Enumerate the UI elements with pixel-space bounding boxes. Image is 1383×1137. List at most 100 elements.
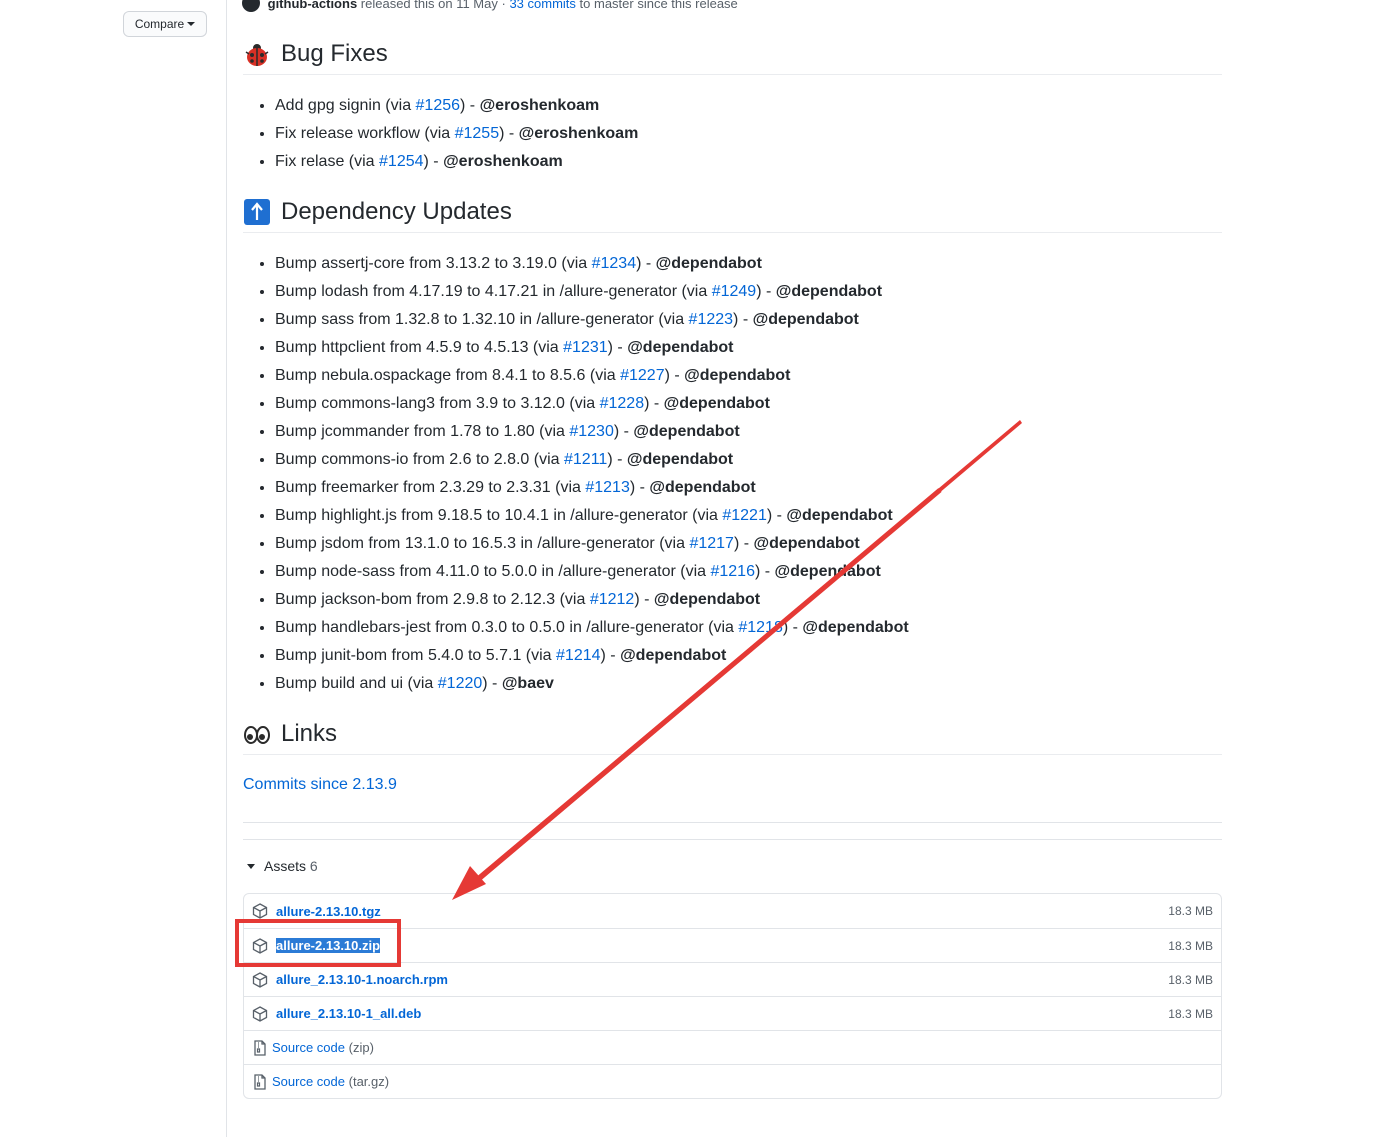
pr-link[interactable]: #1234 — [592, 255, 637, 272]
asset-size: 18.3 MB — [1168, 972, 1213, 987]
source-code-zip-link[interactable]: Source code (zip) — [272, 1040, 374, 1055]
item-text: Bump jsdom from 13.1.0 to 16.5.3 in /all… — [275, 535, 690, 552]
links-title: Links — [281, 720, 338, 747]
list-item: Bump jackson-bom from 2.9.8 to 2.12.3 (v… — [275, 586, 909, 614]
asset-size: 18.3 MB — [1168, 1006, 1213, 1021]
triangle-down-icon — [247, 864, 255, 869]
item-separator: ) - — [460, 97, 480, 114]
pr-link[interactable]: #1218 — [738, 619, 783, 636]
author-mention[interactable]: @dependabot — [627, 451, 733, 468]
author-mention[interactable]: @dependabot — [627, 339, 733, 356]
author-mention[interactable]: @dependabot — [802, 619, 908, 636]
assets-toggle[interactable]: Assets 6 — [246, 858, 318, 874]
author-mention[interactable]: @eroshenkoam — [480, 97, 600, 114]
package-icon — [252, 903, 268, 919]
item-separator: ) - — [754, 563, 775, 580]
item-separator: ) - — [600, 647, 621, 664]
item-text: Fix relase (via — [275, 153, 380, 170]
item-text: Bump lodash from 4.17.19 to 4.17.21 in /… — [275, 283, 712, 300]
asset-row: allure_2.13.10-1_all.deb 18.3 MB — [244, 996, 1221, 1030]
up-arrow-icon — [243, 198, 271, 226]
author-mention[interactable]: @dependabot — [620, 647, 726, 664]
asset-link[interactable]: allure_2.13.10-1_all.deb — [276, 1006, 421, 1021]
author-mention[interactable]: @baev — [502, 675, 554, 692]
file-zip-icon — [254, 1039, 266, 1056]
pr-link[interactable]: #1230 — [569, 423, 614, 440]
author-mention[interactable]: @dependabot — [753, 311, 859, 328]
list-item: Bump nebula.ospackage from 8.4.1 to 8.5.… — [275, 362, 909, 390]
release-author[interactable]: github-actions — [268, 0, 358, 11]
author-mention[interactable]: @dependabot — [664, 395, 770, 412]
pr-link[interactable]: #1221 — [722, 507, 767, 524]
author-mention[interactable]: @dependabot — [753, 535, 859, 552]
item-text: Bump sass from 1.32.8 to 1.32.10 in /all… — [275, 311, 689, 328]
commits-since-link[interactable]: Commits since 2.13.9 — [243, 776, 397, 794]
author-mention[interactable]: @dependabot — [776, 283, 882, 300]
item-text: Bump highlight.js from 9.18.5 to 10.4.1 … — [275, 507, 723, 524]
pr-link[interactable]: #1223 — [689, 311, 734, 328]
pr-link[interactable]: #1254 — [379, 153, 424, 170]
item-separator: ) - — [733, 535, 754, 552]
list-item: Bump commons-io from 2.6 to 2.8.0 (via #… — [275, 446, 909, 474]
source-code-targz-link[interactable]: Source code (tar.gz) — [272, 1074, 389, 1089]
item-text: Bump commons-lang3 from 3.9 to 3.12.0 (v… — [275, 395, 600, 412]
compare-button[interactable]: Compare — [123, 11, 207, 37]
links-heading: Links — [243, 720, 1222, 755]
item-separator: ) - — [482, 675, 502, 692]
pr-link[interactable]: #1256 — [416, 97, 461, 114]
author-mention[interactable]: @eroshenkoam — [519, 125, 639, 142]
bug-fixes-title: Bug Fixes — [281, 40, 388, 67]
item-separator: ) - — [423, 153, 444, 170]
commits-suffix: to master since this release — [579, 0, 738, 11]
item-text: Add gpg signin (via — [275, 97, 416, 114]
pr-link[interactable]: #1214 — [556, 647, 601, 664]
list-item: Add gpg signin (via #1256) - @eroshenkoa… — [275, 92, 638, 120]
ladybug-icon — [243, 40, 271, 68]
dependency-updates-heading: Dependency Updates — [243, 198, 1222, 233]
item-separator: ) - — [782, 619, 803, 636]
pr-link[interactable]: #1217 — [689, 535, 734, 552]
item-text: Bump build and ui (via — [275, 675, 438, 692]
pr-link[interactable]: #1212 — [590, 591, 635, 608]
item-separator: ) - — [756, 283, 776, 300]
list-item: Bump jcommander from 1.78 to 1.80 (via #… — [275, 418, 909, 446]
divider — [243, 839, 1222, 840]
item-separator: ) - — [733, 311, 753, 328]
author-mention[interactable]: @dependabot — [786, 507, 892, 524]
pr-link[interactable]: #1211 — [564, 451, 607, 468]
pr-link[interactable]: #1249 — [712, 283, 757, 300]
item-text: Bump jcommander from 1.78 to 1.80 (via — [275, 423, 570, 440]
divider — [243, 822, 1222, 823]
pr-link[interactable]: #1227 — [620, 367, 665, 384]
caret-down-icon — [187, 22, 196, 26]
pr-link[interactable]: #1220 — [438, 675, 483, 692]
pr-link[interactable]: #1231 — [563, 339, 608, 356]
pr-link[interactable]: #1255 — [455, 125, 500, 142]
asset-link[interactable]: allure_2.13.10-1.noarch.rpm — [276, 972, 448, 987]
pr-link[interactable]: #1216 — [710, 563, 755, 580]
asset-row: Source code (zip) — [244, 1030, 1221, 1064]
author-mention[interactable]: @eroshenkoam — [443, 153, 563, 170]
package-icon — [252, 971, 268, 988]
author-mention[interactable]: @dependabot — [775, 563, 881, 580]
item-text: Bump nebula.ospackage from 8.4.1 to 8.5.… — [275, 367, 621, 384]
pr-link[interactable]: #1213 — [585, 479, 630, 496]
item-separator: ) - — [664, 367, 685, 384]
list-item: Bump assertj-core from 3.13.2 to 3.19.0 … — [275, 250, 909, 278]
bug-fixes-heading: Bug Fixes — [243, 40, 1222, 75]
annotation-highlight-box — [235, 919, 401, 967]
item-text: Bump junit-bom from 5.4.0 to 5.7.1 (via — [275, 647, 557, 664]
author-mention[interactable]: @dependabot — [633, 423, 739, 440]
compare-label: Compare — [134, 17, 185, 31]
author-mention[interactable]: @dependabot — [654, 591, 760, 608]
item-text: Bump freemarker from 2.3.29 to 2.3.31 (v… — [275, 479, 586, 496]
author-mention[interactable]: @dependabot — [656, 255, 762, 272]
commits-count-link[interactable]: 33 commits — [509, 0, 575, 11]
pr-link[interactable]: #1228 — [600, 395, 645, 412]
author-mention[interactable]: @dependabot — [649, 479, 755, 496]
dependency-updates-title: Dependency Updates — [281, 198, 512, 225]
asset-size: 18.3 MB — [1168, 938, 1213, 953]
author-mention[interactable]: @dependabot — [684, 367, 790, 384]
asset-link[interactable]: allure-2.13.10.tgz — [276, 904, 381, 919]
dependency-updates-list: Bump assertj-core from 3.13.2 to 3.19.0 … — [243, 250, 909, 698]
